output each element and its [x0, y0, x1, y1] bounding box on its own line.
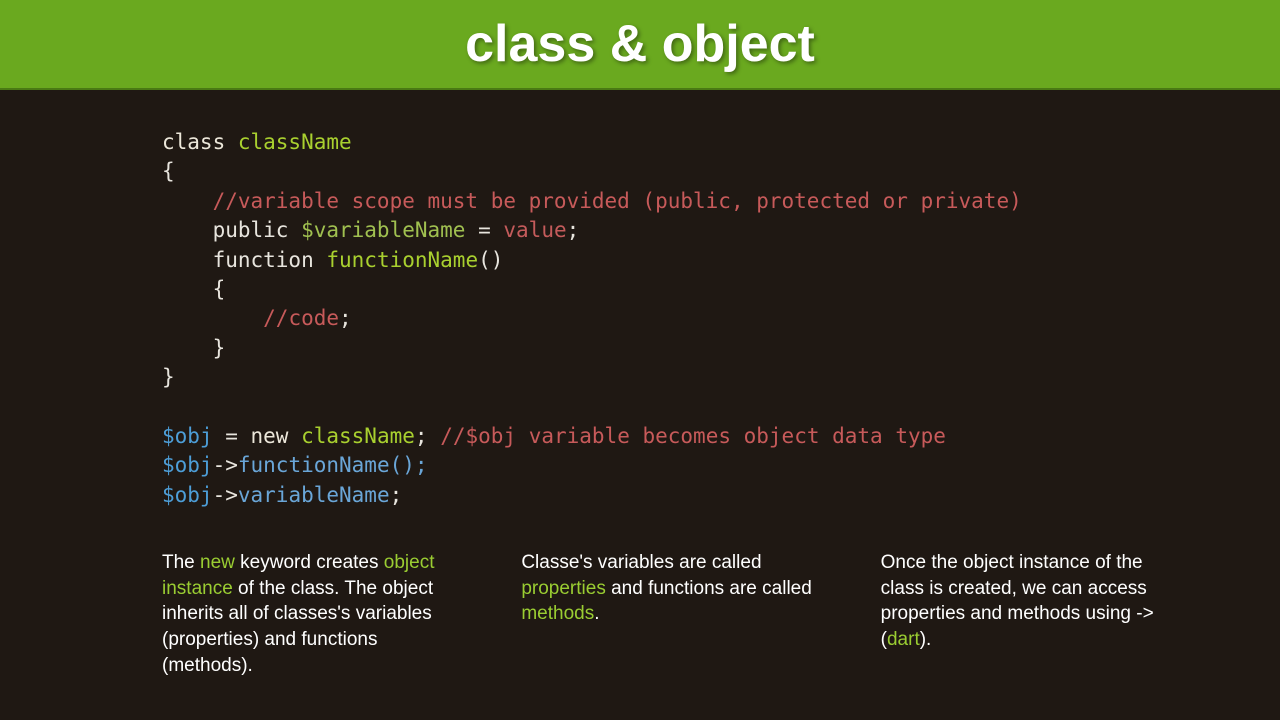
- semi: ;: [390, 483, 403, 507]
- text: keyword creates: [235, 552, 384, 573]
- code-block: class className { //variable scope must …: [0, 90, 1280, 510]
- parens: (): [478, 248, 503, 272]
- class-name: className: [238, 130, 352, 154]
- highlight-properties: properties: [521, 578, 606, 599]
- text: and functions are called: [606, 578, 812, 599]
- column-3: Once the object instance of the class is…: [881, 550, 1180, 678]
- column-1: The new keyword creates object instance …: [162, 550, 461, 678]
- slide-title: class & object: [465, 14, 815, 74]
- fn-brace-open: {: [162, 277, 225, 301]
- comment-obj: //$obj variable becomes object data type: [440, 424, 946, 448]
- variable-name: $variableName: [301, 218, 465, 242]
- kw-public: public: [162, 218, 301, 242]
- text: Classe's variables are called: [521, 552, 761, 573]
- slide-header: class & object: [0, 0, 1280, 90]
- brace-open: {: [162, 159, 175, 183]
- obj-var: $obj: [162, 424, 213, 448]
- kw-new: new: [251, 424, 302, 448]
- highlight-methods: methods: [521, 603, 594, 624]
- brace-close: }: [162, 365, 175, 389]
- column-2: Classe's variables are called properties…: [521, 550, 820, 678]
- text: .: [594, 603, 599, 624]
- kw-function: function: [162, 248, 326, 272]
- class-name-ref: className: [301, 424, 415, 448]
- comment-code: //code: [263, 306, 339, 330]
- indent: [162, 306, 263, 330]
- semi: ;: [339, 306, 352, 330]
- value-literal: value: [503, 218, 566, 242]
- fn-brace-close: }: [162, 336, 225, 360]
- obj-var: $obj: [162, 483, 213, 507]
- eq: =: [213, 424, 251, 448]
- comment-scope: //variable scope must be provided (publi…: [162, 189, 1022, 213]
- semi: ;: [415, 424, 440, 448]
- obj-var: $obj: [162, 453, 213, 477]
- eq: =: [465, 218, 503, 242]
- arrow-op: ->: [213, 483, 238, 507]
- member-access: variableName: [238, 483, 390, 507]
- text: ).: [920, 629, 932, 650]
- description-columns: The new keyword creates object instance …: [0, 510, 1280, 678]
- function-name: functionName: [326, 248, 478, 272]
- text: The: [162, 552, 200, 573]
- highlight-dart: dart: [887, 629, 920, 650]
- highlight-new: new: [200, 552, 235, 573]
- keyword-class: class: [162, 130, 238, 154]
- semi: ;: [567, 218, 580, 242]
- arrow-op: ->: [213, 453, 238, 477]
- method-call: functionName();: [238, 453, 428, 477]
